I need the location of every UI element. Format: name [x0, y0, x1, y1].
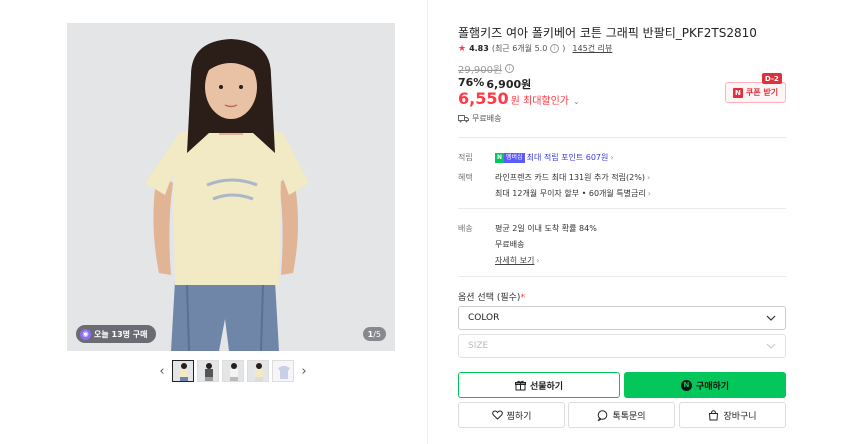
- perk-line-2[interactable]: 최대 12개월 무이자 할부 • 60개월 특별금리 ›: [495, 188, 651, 199]
- max-discount-row[interactable]: 6,550 원 최대할인가 ⌄: [458, 89, 580, 108]
- naver-pay-icon: N: [680, 379, 692, 391]
- npay-membership-badge: N 멤버십: [495, 152, 525, 163]
- heart-icon: [491, 410, 503, 420]
- chevron-right-icon: ›: [610, 153, 614, 162]
- shopping-bag-icon: [709, 409, 719, 420]
- cart-badge-icon: ◉: [80, 328, 91, 340]
- perk-line-1[interactable]: 라인프렌즈 카드 최대 131원 추가 적립(2%) ›: [495, 172, 651, 183]
- delivery-line-2: 무료배송: [495, 240, 525, 249]
- chevron-down-icon: [766, 343, 776, 349]
- wish-button[interactable]: 찜하기: [458, 402, 565, 428]
- thumbnail-3[interactable]: [222, 360, 244, 382]
- cart-button-label: 장바구니: [723, 411, 757, 422]
- points-label: 적립: [458, 153, 473, 162]
- rating-row: ★ 4.83 (최근 6개월 5.0 i ) 145건 리뷰: [458, 43, 612, 54]
- talk-button[interactable]: 톡톡문의: [568, 402, 675, 428]
- npay-badge-membership: 멤버십: [504, 152, 525, 163]
- chevron-right-icon: ›: [536, 256, 540, 265]
- chevron-down-icon: ⌄: [573, 97, 580, 106]
- thumbnail-image: [248, 361, 268, 381]
- max-discount-price: 6,550: [458, 89, 509, 108]
- thumbnail-image: [173, 361, 193, 381]
- npay-badge-n: N: [495, 152, 505, 163]
- image-counter-total: /5: [373, 329, 381, 339]
- product-title: 폴햄키즈 여아 폴키베어 코튼 그래픽 반팔티_PKF2TS2810: [458, 26, 757, 40]
- delivery-label: 배송: [458, 224, 473, 233]
- chevron-left-icon[interactable]: ‹: [155, 360, 169, 382]
- perks-row: 혜택 라인프렌즈 카드 최대 131원 추가 적립(2%) › 최대 12개월 …: [458, 172, 651, 199]
- cart-button[interactable]: 장바구니: [679, 402, 786, 428]
- thumbnail-1[interactable]: [172, 360, 194, 382]
- free-shipping-row: 무료배송: [458, 113, 501, 124]
- star-icon: ★: [458, 43, 467, 54]
- original-price-row: 29,900원 i: [458, 61, 515, 76]
- points-row: 적립 N 멤버십 최대 적립 포인트 607원 ›: [458, 152, 614, 163]
- rating-score: 4.83: [469, 44, 489, 53]
- talk-button-label: 톡톡문의: [612, 411, 646, 422]
- size-select-value: SIZE: [468, 341, 489, 351]
- rating-detail-end: ): [562, 44, 566, 53]
- delivery-detail[interactable]: 자세히 보기 ›: [495, 255, 597, 266]
- delivery-line-1: 평균 2일 이내 도착 확률 84%: [495, 224, 597, 233]
- thumbnail-4[interactable]: [247, 360, 269, 382]
- truck-icon: [458, 115, 469, 123]
- size-select[interactable]: SIZE: [458, 334, 786, 358]
- original-price: 29,900원: [458, 65, 503, 76]
- price-info-icon[interactable]: i: [505, 64, 515, 73]
- thumbnail-image: [273, 361, 293, 381]
- buy-button-label: 구매하기: [695, 381, 730, 392]
- coupon-dday-badge: D-2: [762, 73, 782, 84]
- gift-icon: [514, 380, 526, 390]
- points-line[interactable]: N 멤버십 최대 적립 포인트 607원 ›: [495, 152, 614, 163]
- review-link[interactable]: 145건 리뷰: [572, 43, 612, 54]
- info-icon[interactable]: i: [550, 44, 560, 53]
- naver-n-icon: N: [732, 87, 743, 98]
- color-select-value: COLOR: [468, 313, 500, 323]
- color-select[interactable]: COLOR: [458, 306, 786, 330]
- purchase-count-text: 오늘 13명 구매: [94, 329, 148, 339]
- option-label-text: 옵션 선택 (필수): [458, 293, 521, 303]
- thumbnail-2[interactable]: [197, 360, 219, 382]
- divider: [458, 208, 786, 209]
- rating-detail: (최근 6개월 5.0: [491, 44, 548, 53]
- product-photo: [67, 23, 395, 351]
- gift-button[interactable]: 선물하기: [458, 372, 620, 398]
- chevron-right-icon[interactable]: ›: [297, 360, 311, 382]
- perk-2-text: 최대 12개월 무이자 할부 • 60개월 특별금리: [495, 189, 646, 198]
- purchase-count-badge: ◉ 오늘 13명 구매: [76, 325, 156, 343]
- delivery-row: 배송 평균 2일 이내 도착 확률 84% 무료배송 자세히 보기 ›: [458, 223, 597, 266]
- chevron-right-icon: ›: [646, 173, 651, 182]
- perks-label: 혜택: [458, 173, 473, 182]
- column-divider: [427, 0, 428, 444]
- coupon-button[interactable]: N 쿠폰 받기: [725, 82, 786, 103]
- thumbnail-image: [223, 361, 243, 381]
- image-counter: 1 /5: [362, 327, 386, 341]
- thumbnail-strip: ‹ ›: [155, 360, 311, 382]
- wish-button-label: 찜하기: [506, 411, 532, 422]
- divider: [458, 276, 786, 277]
- points-text: 최대 적립 포인트 607원: [526, 153, 609, 162]
- chat-icon: [598, 409, 608, 421]
- chevron-right-icon: ›: [647, 189, 651, 198]
- chevron-down-icon: [766, 315, 776, 321]
- required-mark: *: [520, 293, 525, 303]
- coupon-label: 쿠폰 받기: [745, 88, 779, 97]
- thumbnail-5[interactable]: [272, 360, 294, 382]
- max-discount-unit: 원 최대할인가: [510, 96, 569, 107]
- gift-button-label: 선물하기: [529, 381, 564, 392]
- product-page: ◉ 오늘 13명 구매 1 /5 ‹ › 폴햄키즈 여아 폴키베어 코튼 그래픽…: [0, 0, 850, 444]
- perk-1-text: 라인프렌즈 카드 최대 131원 추가 적립(2%): [495, 173, 645, 182]
- free-shipping-text: 무료배송: [472, 114, 502, 123]
- main-product-image[interactable]: ◉ 오늘 13명 구매 1 /5: [67, 23, 395, 351]
- thumbnail-image: [198, 361, 218, 381]
- option-label: 옵션 선택 (필수)*: [458, 290, 525, 303]
- buy-button[interactable]: N 구매하기: [624, 372, 786, 398]
- divider: [458, 137, 786, 138]
- detail-link: 자세히 보기: [495, 256, 535, 265]
